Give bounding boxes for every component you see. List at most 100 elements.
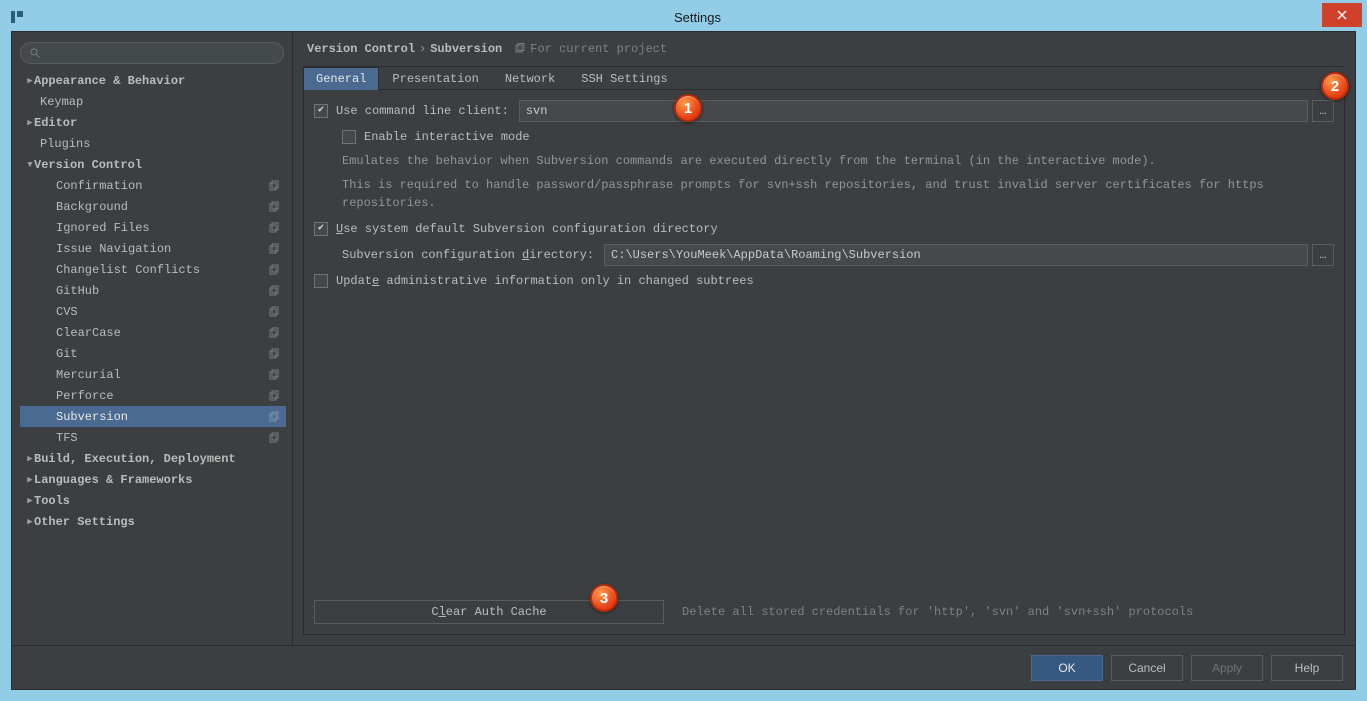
search-field[interactable] (45, 46, 275, 60)
interactive-desc-1: Emulates the behavior when Subversion co… (342, 152, 1334, 170)
enable-interactive-checkbox[interactable] (342, 130, 356, 144)
enable-interactive-label: Enable interactive mode (364, 130, 530, 144)
sidebar-item-ignored-files[interactable]: Ignored Files (20, 217, 286, 238)
copy-icon (268, 222, 280, 234)
tree-arrow-icon[interactable]: ▶ (20, 496, 34, 506)
cancel-button[interactable]: Cancel (1111, 655, 1183, 681)
tab-general[interactable]: General (303, 67, 379, 90)
sidebar-item-version-control[interactable]: ▼Version Control (20, 154, 286, 175)
apply-button[interactable]: Apply (1191, 655, 1263, 681)
copy-icon (268, 348, 280, 360)
use-cli-label: Use command line client: (336, 104, 509, 118)
settings-tree: ▶Appearance & BehaviorKeymap▶EditorPlugi… (20, 70, 286, 639)
sidebar-item-label: Issue Navigation (56, 242, 264, 256)
sidebar-item-label: Mercurial (56, 368, 264, 382)
close-icon (1337, 10, 1347, 20)
sidebar-item-label: Plugins (40, 137, 280, 151)
sidebar-item-keymap[interactable]: Keymap (20, 91, 286, 112)
sidebar-item-label: Other Settings (34, 515, 280, 529)
breadcrumb: Version Control › Subversion For current… (293, 32, 1355, 66)
titlebar: Settings (3, 3, 1364, 31)
tree-arrow-icon[interactable]: ▶ (20, 76, 34, 86)
update-admin-checkbox[interactable] (314, 274, 328, 288)
sidebar-item-editor[interactable]: ▶Editor (20, 112, 286, 133)
sidebar-item-other-settings[interactable]: ▶Other Settings (20, 511, 286, 532)
sidebar-item-label: Ignored Files (56, 221, 264, 235)
interactive-desc-2: This is required to handle password/pass… (342, 176, 1334, 212)
cli-browse-button[interactable]: … (1312, 100, 1334, 122)
use-default-dir-label: Use system default Subversion configurat… (336, 222, 718, 236)
sidebar-item-label: Version Control (34, 158, 280, 172)
tab-presentation[interactable]: Presentation (379, 67, 491, 90)
clear-auth-hint: Delete all stored credentials for 'http'… (682, 605, 1193, 619)
use-cli-checkbox[interactable] (314, 104, 328, 118)
sidebar-item-changelist-conflicts[interactable]: Changelist Conflicts (20, 259, 286, 280)
annotation-1: 1 (674, 94, 702, 122)
annotation-3: 3 (590, 584, 618, 612)
sidebar-item-label: Git (56, 347, 264, 361)
dialog-buttons: OK Cancel Apply Help (12, 645, 1355, 689)
sidebar-item-label: Appearance & Behavior (34, 74, 280, 88)
copy-icon (268, 327, 280, 339)
copy-icon (268, 369, 280, 381)
sidebar-item-confirmation[interactable]: Confirmation (20, 175, 286, 196)
sidebar-item-label: GitHub (56, 284, 264, 298)
tree-arrow-icon[interactable]: ▼ (20, 160, 34, 170)
sidebar-item-label: Subversion (56, 410, 264, 424)
sidebar-item-perforce[interactable]: Perforce (20, 385, 286, 406)
scope-label: For current project (510, 42, 667, 56)
sidebar-item-issue-navigation[interactable]: Issue Navigation (20, 238, 286, 259)
breadcrumb-root[interactable]: Version Control (307, 42, 415, 56)
search-input[interactable] (20, 42, 284, 64)
tab-panel-general: Use command line client: … Enable intera… (303, 90, 1345, 635)
config-dir-label: Subversion configuration directory: (342, 248, 594, 262)
copy-icon (268, 243, 280, 255)
copy-icon (268, 201, 280, 213)
sidebar-item-label: Perforce (56, 389, 264, 403)
window-title: Settings (31, 10, 1364, 25)
sidebar-item-label: Build, Execution, Deployment (34, 452, 280, 466)
tab-ssh-settings[interactable]: SSH Settings (568, 67, 680, 90)
cli-path-input[interactable] (519, 100, 1308, 122)
tree-arrow-icon[interactable]: ▶ (20, 475, 34, 485)
sidebar-item-label: Languages & Frameworks (34, 473, 280, 487)
sidebar-item-background[interactable]: Background (20, 196, 286, 217)
sidebar-item-label: CVS (56, 305, 264, 319)
tree-arrow-icon[interactable]: ▶ (20, 118, 34, 128)
copy-icon (268, 264, 280, 276)
sidebar: ▶Appearance & BehaviorKeymap▶EditorPlugi… (12, 32, 292, 645)
sidebar-item-cvs[interactable]: CVS (20, 301, 286, 322)
help-button[interactable]: Help (1271, 655, 1343, 681)
config-dir-browse-button[interactable]: … (1312, 244, 1334, 266)
sidebar-item-subversion[interactable]: Subversion (20, 406, 286, 427)
sidebar-item-tools[interactable]: ▶Tools (20, 490, 286, 511)
sidebar-item-build-execution-deployment[interactable]: ▶Build, Execution, Deployment (20, 448, 286, 469)
use-default-dir-checkbox[interactable] (314, 222, 328, 236)
tree-arrow-icon[interactable]: ▶ (20, 454, 34, 464)
sidebar-item-languages-frameworks[interactable]: ▶Languages & Frameworks (20, 469, 286, 490)
copy-icon (268, 411, 280, 423)
copy-icon (268, 390, 280, 402)
tab-network[interactable]: Network (492, 67, 568, 90)
config-dir-input[interactable] (604, 244, 1308, 266)
sidebar-item-github[interactable]: GitHub (20, 280, 286, 301)
sidebar-item-mercurial[interactable]: Mercurial (20, 364, 286, 385)
sidebar-item-label: Changelist Conflicts (56, 263, 264, 277)
ok-button[interactable]: OK (1031, 655, 1103, 681)
sidebar-item-label: Background (56, 200, 264, 214)
app-icon (3, 9, 31, 25)
sidebar-item-git[interactable]: Git (20, 343, 286, 364)
tree-arrow-icon[interactable]: ▶ (20, 517, 34, 527)
breadcrumb-sep-icon: › (419, 42, 426, 56)
search-icon (29, 47, 41, 59)
copy-icon (268, 432, 280, 444)
sidebar-item-appearance-behavior[interactable]: ▶Appearance & Behavior (20, 70, 286, 91)
close-button[interactable] (1322, 3, 1362, 27)
sidebar-item-label: ClearCase (56, 326, 264, 340)
sidebar-item-label: Tools (34, 494, 280, 508)
sidebar-item-clearcase[interactable]: ClearCase (20, 322, 286, 343)
sidebar-item-tfs[interactable]: TFS (20, 427, 286, 448)
breadcrumb-leaf: Subversion (430, 42, 502, 56)
sidebar-item-plugins[interactable]: Plugins (20, 133, 286, 154)
sidebar-item-label: Editor (34, 116, 280, 130)
